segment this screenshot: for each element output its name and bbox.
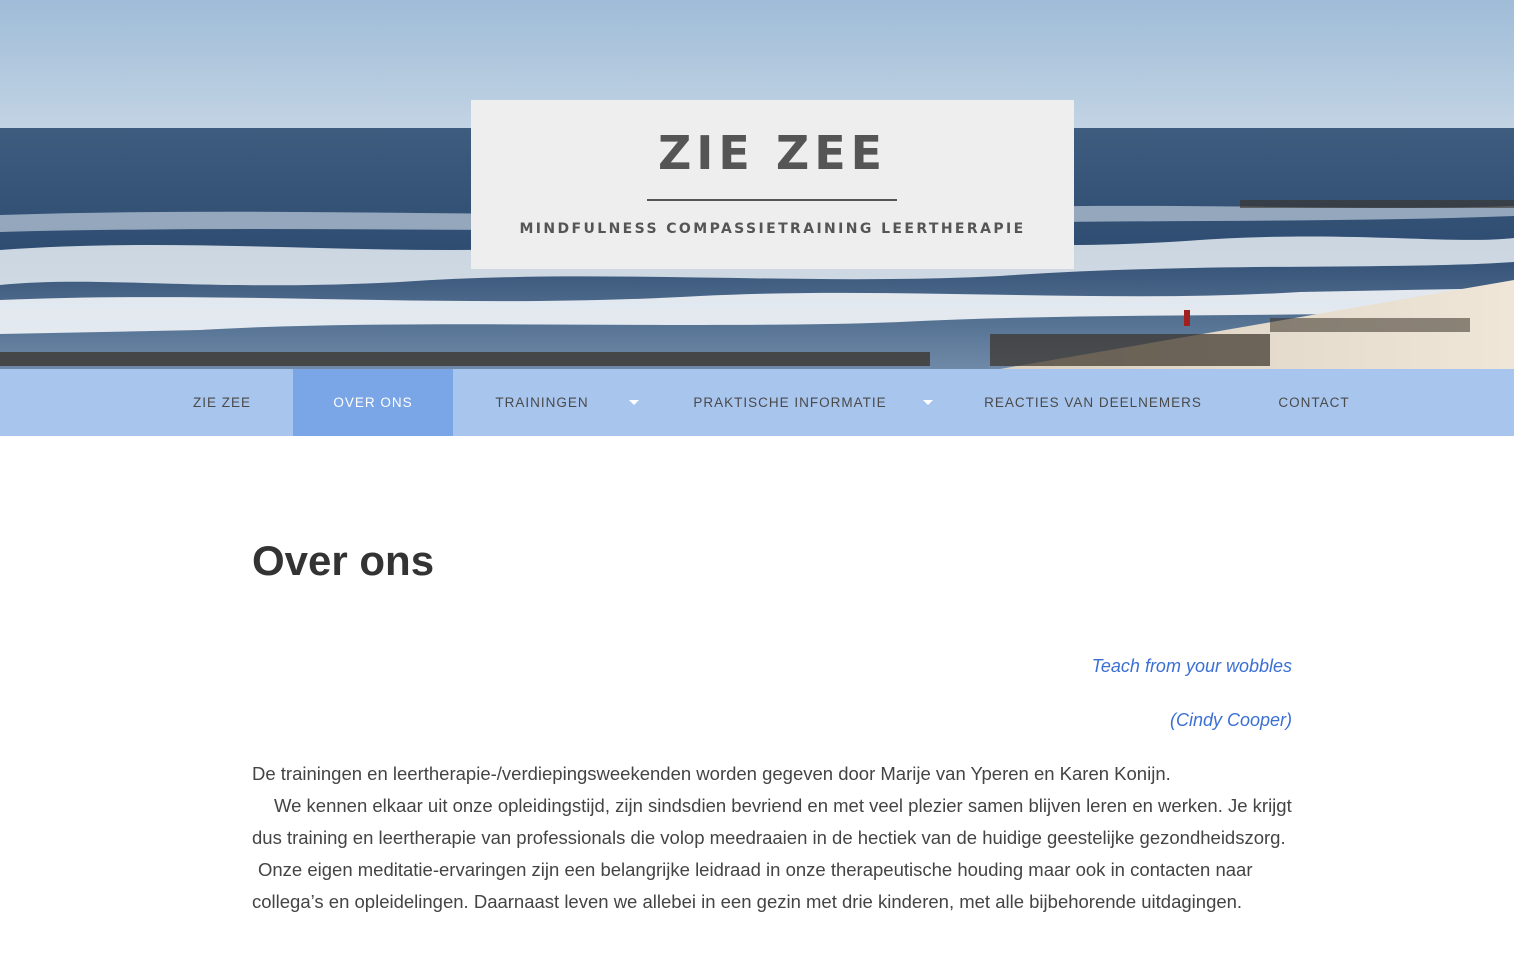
site-branding: ZIE ZEE MINDFULNESS COMPASSIETRAINING LE…	[471, 100, 1074, 269]
quote-author: (Cindy Cooper)	[1169, 710, 1292, 730]
nav-item-over-ons[interactable]: OVER ONS	[293, 369, 453, 436]
paragraph-experience: Onze eigen meditatie-ervaringen zijn een…	[252, 859, 1253, 912]
site-title[interactable]: ZIE ZEE	[471, 126, 1074, 180]
paragraph-intro: De trainingen en leertherapie-/verdiepin…	[252, 763, 1171, 784]
main-navigation: ZIE ZEE OVER ONS TRAININGEN PRAKTISCHE I…	[0, 369, 1514, 436]
about-text: De trainingen en leertherapie-/verdiepin…	[252, 758, 1292, 918]
site-description: MINDFULNESS COMPASSIETRAINING LEERTHERAP…	[519, 221, 1026, 237]
page-title: Over ons	[252, 537, 435, 584]
paragraph-background: We kennen elkaar uit onze opleidingstijd…	[252, 795, 1292, 848]
chevron-down-icon[interactable]	[923, 400, 933, 405]
chevron-down-icon[interactable]	[629, 400, 639, 405]
nav-item-trainingen[interactable]: TRAININGEN	[480, 369, 604, 436]
nav-item-contact[interactable]: CONTACT	[1262, 369, 1366, 436]
title-divider	[647, 199, 897, 201]
nav-item-praktische-informatie[interactable]: PRAKTISCHE INFORMATIE	[682, 369, 898, 436]
header-hero: ZIE ZEE MINDFULNESS COMPASSIETRAINING LE…	[0, 0, 1514, 369]
nav-item-zie-zee[interactable]: ZIE ZEE	[178, 369, 266, 436]
nav-item-reacties-van-deelnemers[interactable]: REACTIES VAN DEELNEMERS	[976, 369, 1210, 436]
quote-text: Teach from your wobbles	[1091, 656, 1292, 676]
